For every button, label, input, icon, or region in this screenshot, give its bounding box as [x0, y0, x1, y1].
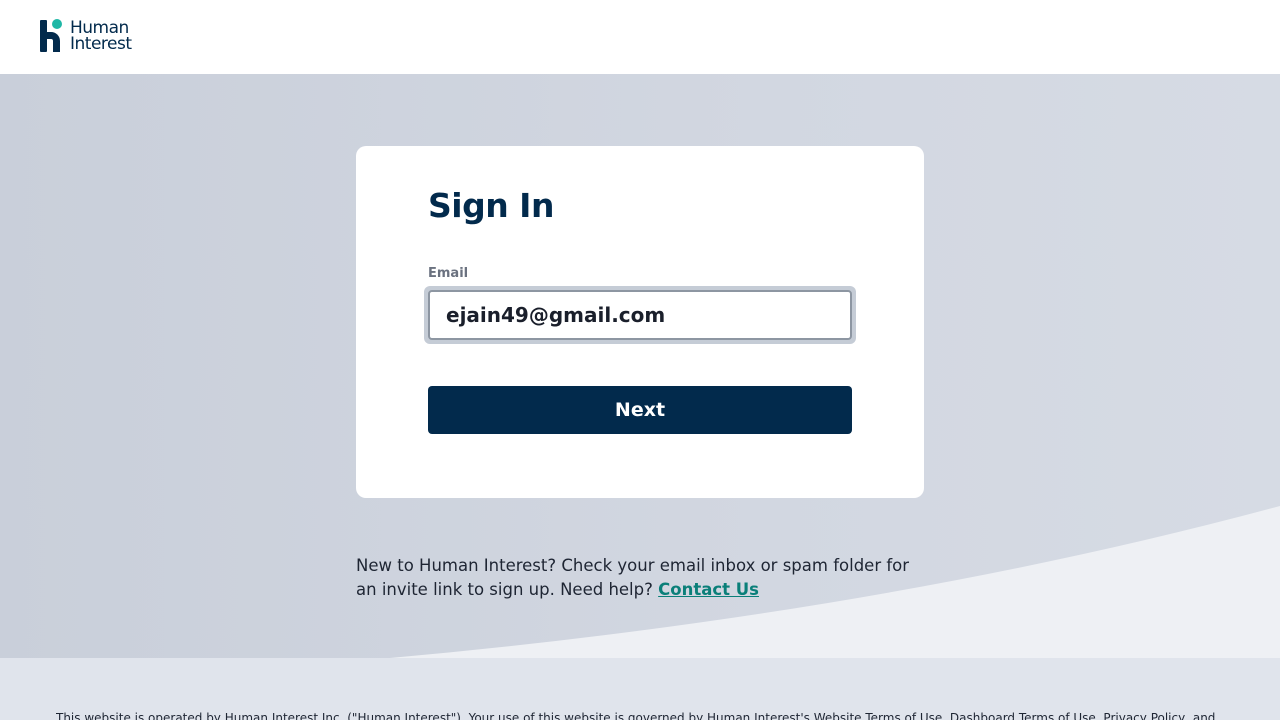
logo-line-2: Interest	[70, 34, 132, 54]
next-button[interactable]: Next	[428, 386, 852, 434]
page-title: Sign In	[428, 186, 554, 225]
logo-wordmark: Human Interest	[70, 20, 132, 54]
site-footer: This website is operated by Human Intere…	[0, 658, 1280, 720]
logo-mark-icon	[40, 18, 64, 54]
help-text: New to Human Interest? Check your email …	[356, 554, 931, 602]
help-message: New to Human Interest? Check your email …	[356, 556, 910, 599]
sign-in-card: Sign In Email Next	[356, 146, 924, 498]
site-header: Human Interest	[0, 0, 1280, 74]
human-interest-logo[interactable]: Human Interest	[40, 18, 150, 54]
contact-us-link[interactable]: Contact Us	[658, 580, 759, 599]
email-input[interactable]	[428, 290, 852, 340]
email-label: Email	[428, 266, 469, 281]
footer-legal-text: This website is operated by Human Intere…	[56, 711, 1216, 720]
main-section: Sign In Email Next New to Human Interest…	[0, 74, 1280, 658]
